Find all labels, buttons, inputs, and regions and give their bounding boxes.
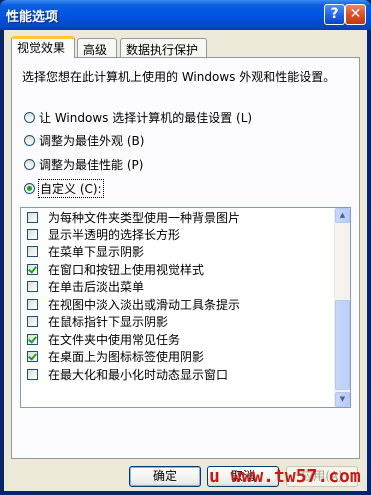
list-item[interactable]: 在菜单下显示阴影 [27, 243, 144, 260]
option-label: 在桌面上为图标标签使用阴影 [48, 350, 205, 364]
option-label: 在鼠标指针下显示阴影 [48, 315, 169, 329]
window-title: 性能选项 [6, 10, 59, 25]
close-button[interactable]: ✕ [345, 4, 366, 25]
list-item[interactable]: 在窗口和按钮上使用视觉样式 [27, 261, 204, 278]
radio-button[interactable] [24, 182, 35, 194]
site-watermark: u www.tw57.com [209, 466, 361, 487]
option-label: 在单击后淡出菜单 [48, 280, 145, 294]
option-label: 在菜单下显示阴影 [48, 245, 145, 259]
option-label: 在文件夹中使用常见任务 [48, 333, 181, 347]
list-item[interactable]: 在文件夹中使用常见任务 [27, 331, 180, 348]
description-text: 选择您想在此计算机上使用的 Windows 外观和性能设置。 [22, 70, 336, 84]
scroll-up-arrow-icon[interactable]: ▲ [335, 208, 350, 223]
tab-visual-effects[interactable]: 视觉效果 [11, 36, 75, 58]
radio-label: 调整为最佳性能 (P) [39, 157, 144, 172]
radio-best-appearance[interactable]: 调整为最佳外观 (B) [24, 131, 144, 149]
option-label: 在窗口和按钮上使用视觉样式 [48, 263, 205, 277]
checkbox[interactable] [27, 351, 38, 362]
checkbox[interactable] [27, 316, 38, 327]
ok-button[interactable]: 确定 [129, 466, 201, 487]
radio-best-performance[interactable]: 调整为最佳性能 (P) [24, 155, 143, 173]
list-item[interactable]: 在鼠标指针下显示阴影 [27, 313, 168, 330]
option-label: 显示半透明的选择长方形 [48, 228, 181, 242]
option-label: 在视图中淡入淡出或滑动工具条提示 [48, 298, 241, 312]
option-label: 在最大化和最小化时动态显示窗口 [48, 368, 229, 382]
list-item[interactable]: 显示半透明的选择长方形 [27, 226, 180, 243]
tab-advanced[interactable]: 高级 [77, 38, 117, 57]
dialog-body: 视觉效果 高级 数据执行保护 选择您想在此计算机上使用的 Windows 外观和… [4, 30, 367, 491]
radio-custom[interactable]: 自定义 (C): [24, 178, 104, 198]
scrollbar-thumb[interactable] [335, 300, 350, 390]
radio-let-windows-choose[interactable]: 让 Windows 选择计算机的最佳设置 (L) [24, 108, 252, 126]
vertical-scrollbar[interactable]: ▲ ▼ [334, 208, 350, 407]
checkbox[interactable] [27, 299, 38, 310]
checkbox[interactable] [27, 334, 38, 345]
radio-label: 自定义 (C): [38, 178, 104, 198]
visual-effects-panel: 选择您想在此计算机上使用的 Windows 外观和性能设置。 让 Windows… [11, 57, 360, 459]
list-item[interactable]: 在最大化和最小化时动态显示窗口 [27, 366, 228, 383]
checkbox[interactable] [27, 281, 38, 292]
scroll-down-arrow-icon[interactable]: ▼ [335, 392, 350, 407]
checkbox[interactable] [27, 264, 38, 275]
radio-button[interactable] [24, 158, 35, 170]
help-button[interactable]: ? [324, 4, 345, 25]
list-item[interactable]: 在单击后淡出菜单 [27, 278, 144, 295]
title-bar[interactable]: 性能选项 ? ✕ [0, 0, 371, 30]
list-item[interactable]: 在桌面上为图标标签使用阴影 [27, 348, 204, 365]
checkbox[interactable] [27, 212, 38, 223]
radio-label: 调整为最佳外观 (B) [39, 133, 145, 148]
list-item[interactable]: 为每种文件夹类型使用一种背景图片 [27, 209, 240, 226]
checkbox[interactable] [27, 229, 38, 240]
radio-button[interactable] [24, 134, 35, 146]
checkbox[interactable] [27, 246, 38, 257]
visual-effects-list[interactable]: 为每种文件夹类型使用一种背景图片 显示半透明的选择长方形 在菜单下显示阴影 在窗… [20, 207, 351, 408]
checkbox[interactable] [27, 369, 38, 380]
radio-button[interactable] [24, 111, 35, 123]
radio-label: 让 Windows 选择计算机的最佳设置 (L) [39, 110, 253, 125]
list-item[interactable]: 在视图中淡入淡出或滑动工具条提示 [27, 296, 240, 313]
performance-options-dialog: 性能选项 ? ✕ 视觉效果 高级 数据执行保护 选择您想在此计算机上使用的 Wi… [0, 0, 371, 495]
option-label: 为每种文件夹类型使用一种背景图片 [48, 211, 241, 225]
tab-data-execution-prevention[interactable]: 数据执行保护 [120, 38, 207, 57]
